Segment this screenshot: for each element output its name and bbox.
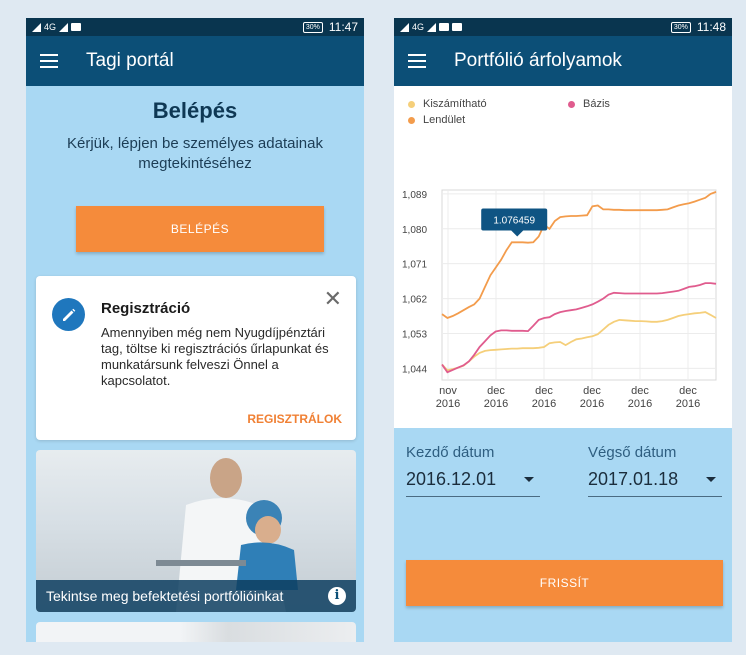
login-subtitle: Kérjük, lépjen be személyes adatainak me… (67, 135, 323, 172)
tooltip-label: 1.076459 (493, 216, 535, 227)
legend-label: Bázis (583, 98, 610, 110)
y-tick-label: 1,062 (402, 295, 427, 306)
dropdown-caret-icon (524, 477, 534, 482)
app-bar-title: Portfólió árfolyamok (454, 50, 622, 71)
app-bar: Tagi portál (26, 36, 364, 86)
end-date-group: Végső dátum 2017.01.18 (588, 444, 722, 497)
series-line (441, 311, 717, 372)
price-chart[interactable]: 1,0891,0801,0711,0621,0531,044nov2016dec… (394, 86, 732, 428)
end-date-select[interactable]: 2017.01.18 (588, 469, 722, 497)
status-bar: 4G 30% 11:48 (394, 18, 732, 36)
register-link[interactable]: REGISZTRÁLOK (247, 412, 342, 426)
message-icon (452, 23, 463, 31)
x-tick-label: 2016 (436, 398, 460, 410)
x-tick-label: dec (583, 385, 601, 397)
x-tick-label: 2016 (484, 398, 508, 410)
legend-swatch (408, 100, 415, 108)
signal-icon (400, 22, 409, 32)
y-tick-label: 1,044 (402, 364, 427, 375)
second-promo[interactable] (36, 622, 356, 642)
close-icon[interactable]: ✕ (324, 288, 342, 310)
x-tick-label: nov (439, 385, 457, 397)
status-time: 11:48 (696, 20, 726, 34)
signal-icon-2 (59, 22, 69, 32)
end-date-value: 2017.01.18 (588, 469, 679, 489)
login-title: Belépés (152, 98, 238, 123)
legend-label: Lendület (423, 114, 466, 126)
legend-swatch (568, 100, 575, 108)
menu-icon[interactable] (40, 54, 58, 68)
legend-swatch (408, 116, 415, 124)
tooltip-pointer (511, 230, 524, 237)
left-screen: 4G 30% 11:47 Tagi portál Belépés Kérjük,… (26, 18, 364, 642)
status-bar: 4G 30% 11:47 (26, 18, 364, 36)
refresh-button[interactable]: FRISSÍT (406, 560, 723, 606)
app-bar-title: Tagi portál (86, 50, 174, 71)
menu-icon[interactable] (408, 54, 426, 68)
x-tick-label: dec (535, 385, 553, 397)
legend-item[interactable]: Lendület (408, 114, 465, 126)
network-type: 4G (412, 22, 425, 32)
legend-label: Kiszámítható (423, 98, 487, 110)
x-tick-label: 2016 (580, 398, 604, 410)
legend-item[interactable]: Kiszámítható (408, 98, 487, 110)
login-button[interactable]: BELÉPÉS (76, 206, 324, 252)
promo-caption-text: Tekintse meg befektetési portfólióinkat (46, 588, 284, 604)
status-time: 11:47 (328, 20, 358, 34)
signal-icon-2 (427, 22, 437, 32)
message-icon (71, 23, 82, 31)
network-type: 4G (44, 22, 57, 32)
app-bar: Portfólió árfolyamok (394, 36, 732, 86)
pencil-icon (52, 298, 85, 331)
registration-text: Amennyiben még nem Nyugdíjpénztári tag, … (101, 325, 329, 388)
registration-title: Regisztráció (101, 300, 191, 317)
date-range: Kezdő dátum 2016.12.01 Végső dátum 2017.… (394, 428, 732, 524)
dropdown-caret-icon (706, 477, 716, 482)
image-icon (439, 23, 450, 31)
legend-item[interactable]: Bázis (568, 98, 610, 110)
start-date-select[interactable]: 2016.12.01 (406, 469, 540, 497)
start-date-label: Kezdő dátum (406, 444, 495, 461)
battery-icon: 30% (670, 21, 691, 33)
status-icons: 4G (400, 22, 463, 32)
registration-card: ✕ Regisztráció Amennyiben még nem Nyugdí… (36, 276, 356, 440)
y-tick-label: 1,080 (402, 225, 427, 236)
end-date-label: Végső dátum (588, 444, 677, 461)
series-line (441, 282, 717, 374)
promo-caption: Tekintse meg befektetési portfólióinkat … (36, 580, 356, 612)
status-icons: 4G (32, 22, 82, 32)
info-icon[interactable]: i (328, 587, 346, 605)
signal-icon (32, 22, 41, 32)
y-tick-label: 1,089 (402, 190, 427, 201)
start-date-group: Kezdő dátum 2016.12.01 (406, 444, 540, 497)
portfolio-promo[interactable]: Tekintse meg befektetési portfólióinkat … (36, 450, 356, 612)
y-tick-label: 1,053 (402, 329, 427, 340)
battery-icon: 30% (302, 21, 323, 33)
x-tick-label: dec (679, 385, 697, 397)
x-tick-label: dec (631, 385, 649, 397)
x-tick-label: 2016 (676, 398, 700, 410)
chart-card: Kiszámítható Bázis Lendület 1,089 1,080 1,… (394, 86, 732, 428)
x-tick-label: dec (487, 385, 505, 397)
x-tick-label: 2016 (628, 398, 652, 410)
x-tick-label: 2016 (532, 398, 556, 410)
start-date-value: 2016.12.01 (406, 469, 497, 489)
right-screen: 4G 30% 11:48 Portfólió árfolyamok Kiszám… (394, 18, 732, 642)
y-tick-label: 1,071 (402, 260, 427, 271)
